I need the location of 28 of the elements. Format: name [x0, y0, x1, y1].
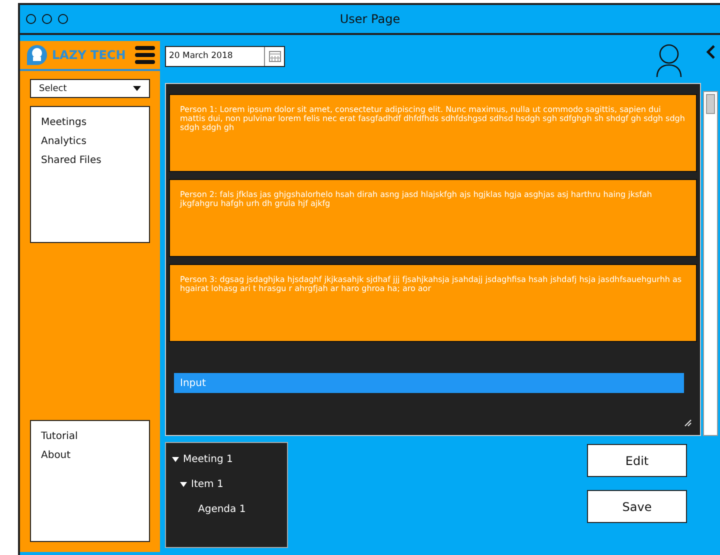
caret-icon[interactable]: [172, 457, 179, 462]
calendar-icon[interactable]: [268, 51, 280, 62]
logo-text: LAZY TECH: [52, 48, 127, 62]
edit-button[interactable]: Edit: [587, 444, 687, 477]
tree-item[interactable]: Item 1: [191, 479, 224, 490]
help-item[interactable]: About: [41, 450, 71, 461]
nav-item[interactable]: Analytics: [41, 136, 86, 147]
menu-icon[interactable]: [134, 45, 156, 65]
back-icon[interactable]: [706, 44, 716, 60]
nav-item[interactable]: Shared Files: [41, 155, 102, 166]
message-text: Person 1: Lorem ipsum dolor sit amet, consectetur adipiscing elit. Nunc maximus, nulla ut commodo sagittis, sapien dui mattis dui, non pulvinar lorem felis nec erat fasgfadhdf dhfdfhds sdhfdshgsd sdhsd hsdgh sgh sdfghgh sh shdgf gh sdgh sdgh sdgh sdgh gh: [180, 105, 686, 133]
resize-handle-icon[interactable]: [684, 419, 692, 427]
window-title: User Page: [340, 12, 400, 26]
scrollbar[interactable]: [703, 91, 718, 436]
save-button[interactable]: Save: [587, 490, 687, 523]
caret-icon: [133, 86, 141, 91]
message-text: Person 2: fals jfklas jas ghjgshalorhelo hsah dirah asng jasd hlajskfgh ajs hgjklas hgja asghjas asj harthru haing jksfah jkgfahgru hafgh urh dh grula hjf ajkfg: [180, 190, 653, 208]
date-field[interactable]: 20 March 2018: [165, 46, 285, 67]
tree-item[interactable]: Meeting 1: [183, 454, 233, 465]
select-dropdown[interactable]: Select: [30, 79, 150, 98]
tree-item[interactable]: Agenda 1: [198, 504, 246, 515]
message-text: Person 3: dgsag jsdaghjka hjsdaghf jkjkasahjk sjdhaf jjj fjsahjkahsja jsahdajj jsdaghfisa hsah jshdafj hsja jasdhfsauehgurhh as hgairat lohasg ari t hrasgu r ahrgfjah ar haro ghroa ha; aro aor: [180, 275, 683, 294]
help-item[interactable]: Tutorial: [41, 431, 78, 442]
user-icon[interactable]: [656, 44, 682, 78]
logo-icon: [24, 43, 50, 67]
nav-item[interactable]: Meetings: [41, 117, 87, 128]
caret-icon[interactable]: [180, 482, 187, 487]
input-field[interactable]: Input: [174, 373, 684, 393]
